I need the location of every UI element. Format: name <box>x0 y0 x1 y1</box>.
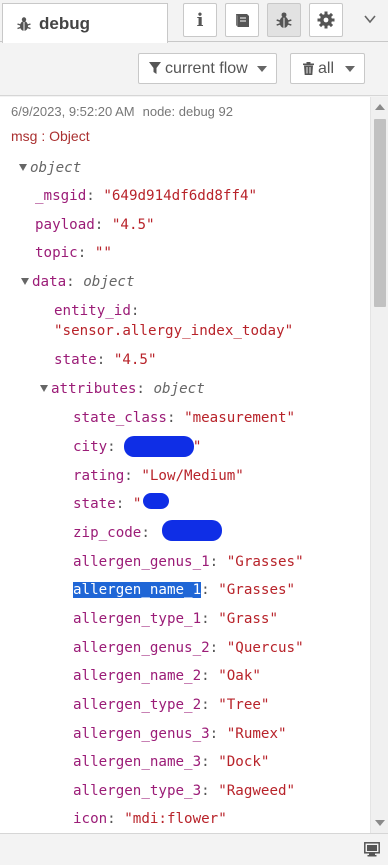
selected-text: allergen_name_1 <box>73 582 202 598</box>
caret-down-icon <box>257 66 267 72</box>
scroll-up-arrow-icon[interactable] <box>375 104 385 110</box>
filter-flow-label: current flow <box>165 59 248 77</box>
clear-messages-dropdown[interactable]: all <box>290 53 365 84</box>
config-button[interactable] <box>309 3 343 37</box>
expand-triangle-icon[interactable] <box>40 385 48 392</box>
tree-row-payload[interactable]: payload: "4.5" <box>35 216 155 234</box>
help-button[interactable] <box>225 3 259 37</box>
expand-triangle-icon[interactable] <box>19 164 27 171</box>
message-meta: 6/9/2023, 9:52:20 AM node: debug 92 <box>11 104 233 119</box>
vertical-scrollbar[interactable] <box>370 97 388 833</box>
bug-icon <box>17 16 31 31</box>
tree-row-allergen-name-1[interactable]: allergen_name_1: "Grasses" <box>73 581 295 599</box>
message-type-label: msg : Object <box>11 128 90 144</box>
scrollbar-thumb[interactable] <box>374 119 386 307</box>
tree-row-allergen-type-1[interactable]: allergen_type_1: "Grass" <box>73 610 278 628</box>
filter-icon <box>149 62 161 74</box>
book-icon <box>236 14 249 27</box>
chevron-down-icon[interactable] <box>364 14 376 24</box>
caret-down-icon <box>345 66 355 72</box>
info-button[interactable]: i <box>183 3 217 37</box>
redaction-mark <box>162 520 222 541</box>
redaction-mark <box>143 493 169 509</box>
message-node[interactable]: node: debug 92 <box>143 104 233 119</box>
gear-icon <box>317 11 335 29</box>
scroll-down-arrow-icon[interactable] <box>375 820 385 826</box>
tree-row-entity-id-key[interactable]: entity_id: <box>54 302 139 320</box>
tree-row-zip-code[interactable]: zip_code: <box>73 524 150 542</box>
tab-debug[interactable]: debug <box>2 3 168 43</box>
clear-messages-label: all <box>318 59 335 77</box>
debug-footer <box>0 833 388 865</box>
filter-flow-dropdown[interactable]: current flow <box>138 53 277 84</box>
tree-row-attributes[interactable]: attributes: object <box>40 380 205 398</box>
message-timestamp: 6/9/2023, 9:52:20 AM <box>11 104 135 119</box>
expand-triangle-icon[interactable] <box>21 278 29 285</box>
monitor-icon[interactable] <box>364 842 380 857</box>
tree-row-state-class[interactable]: state_class: "measurement" <box>73 409 295 427</box>
tree-row-allergen-type-2[interactable]: allergen_type_2: "Tree" <box>73 696 269 714</box>
bug-icon <box>276 12 292 28</box>
tree-row-allergen-name-2[interactable]: allergen_name_2: "Oak" <box>73 667 261 685</box>
redaction-mark <box>124 436 194 457</box>
tree-row-rating[interactable]: rating: "Low/Medium" <box>73 467 244 485</box>
tree-row-icon[interactable]: icon: "mdi:flower" <box>73 810 227 828</box>
tree-row-msgid[interactable]: _msgid: "649d914df6dd8ff4" <box>35 187 257 205</box>
info-icon: i <box>196 9 204 31</box>
debug-message-list[interactable]: 6/9/2023, 9:52:20 AM node: debug 92 msg :… <box>0 97 388 833</box>
tree-row-allergen-type-3[interactable]: allergen_type_3: "Ragweed" <box>73 782 295 800</box>
tree-row-allergen-genus-2[interactable]: allergen_genus_2: "Quercus" <box>73 639 304 657</box>
tree-row-data[interactable]: data: object <box>21 273 135 291</box>
tree-row-state[interactable]: state: "4.5" <box>54 351 157 369</box>
debug-toolbar: current flow all <box>0 43 388 96</box>
sidebar-tab-bar: debug i <box>0 0 388 43</box>
trash-icon <box>303 62 314 75</box>
tree-row-allergen-genus-1[interactable]: allergen_genus_1: "Grasses" <box>73 553 304 571</box>
tree-row-topic[interactable]: topic: "" <box>35 244 112 262</box>
debug-button[interactable] <box>267 3 301 37</box>
tree-row-allergen-name-3[interactable]: allergen_name_3: "Dock" <box>73 753 269 771</box>
tree-row-allergen-genus-3[interactable]: allergen_genus_3: "Rumex" <box>73 725 287 743</box>
tab-label: debug <box>39 13 90 33</box>
tree-row-root[interactable]: object <box>19 159 81 177</box>
tree-row-entity-id-value[interactable]: "sensor.allergy_index_today" <box>54 322 293 340</box>
